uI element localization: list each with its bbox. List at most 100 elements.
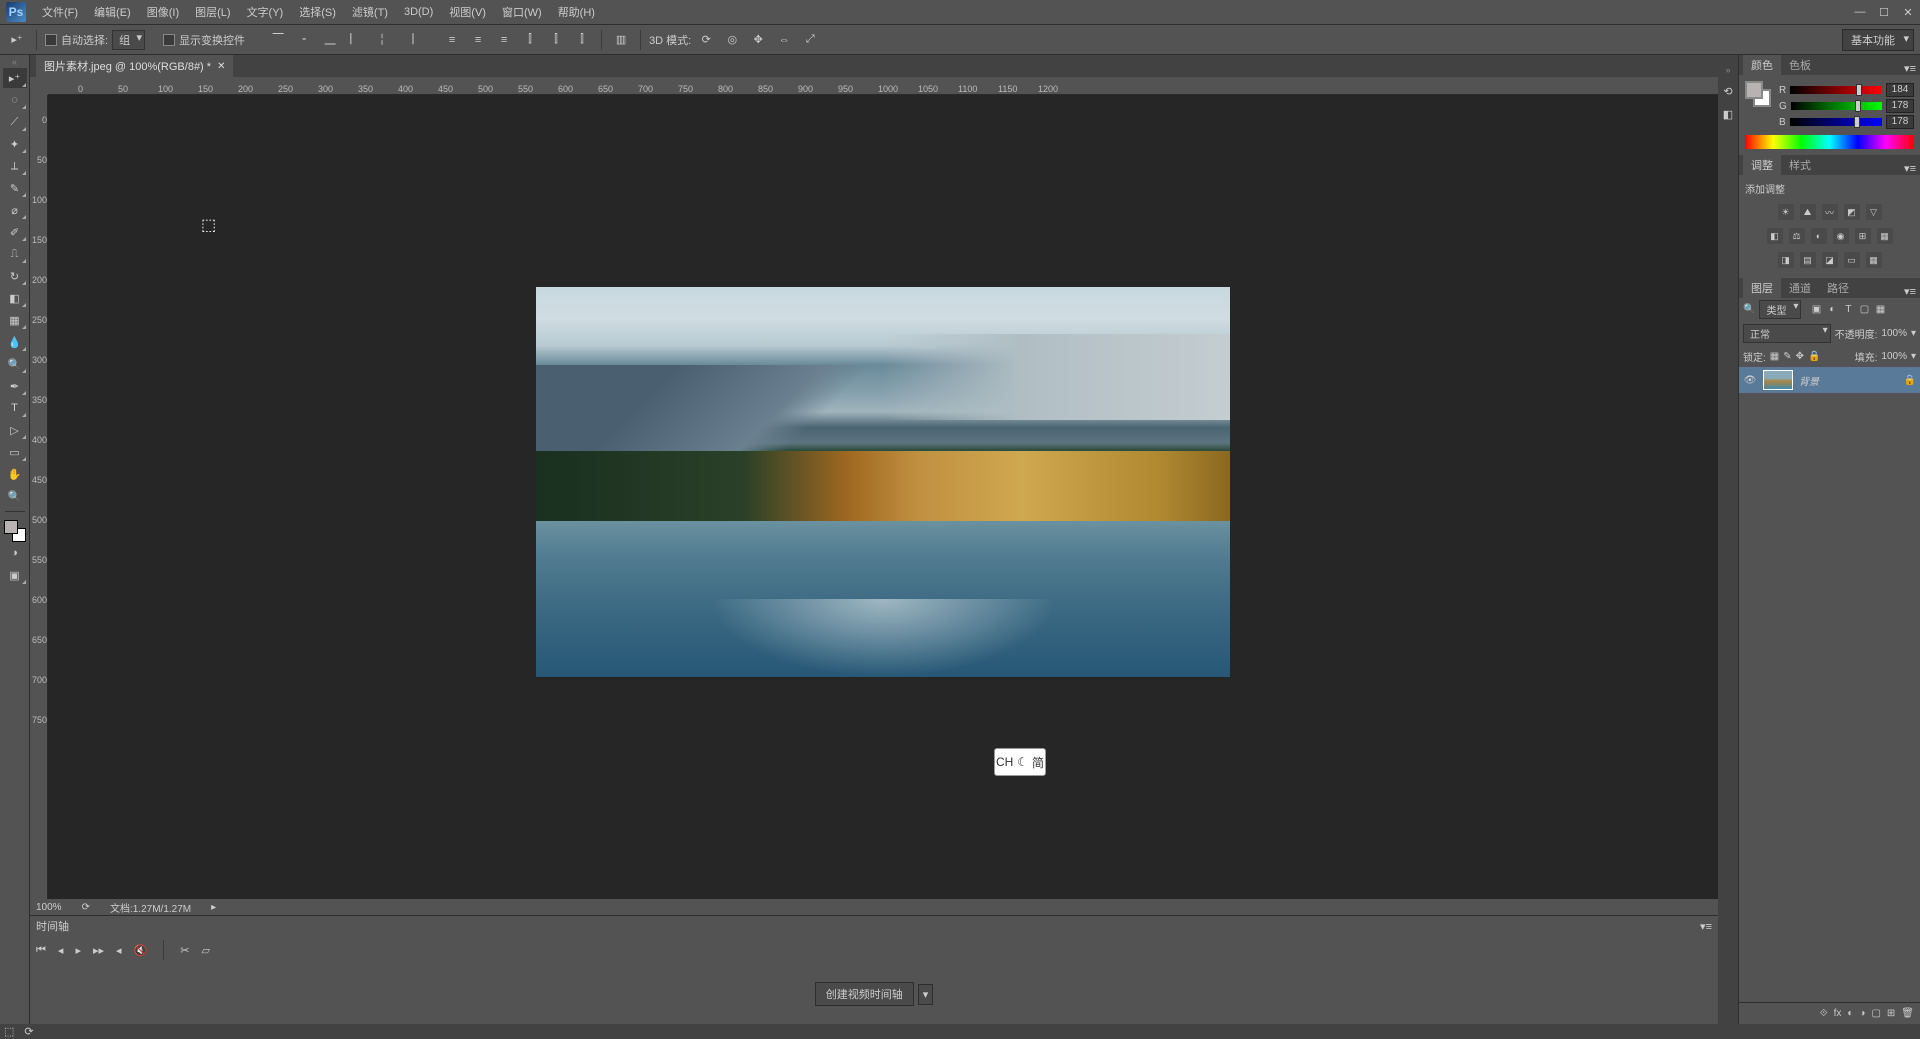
menu-type[interactable]: 文字(Y) [239,1,292,23]
pen-tool[interactable]: ✒ [3,376,27,396]
history-panel-icon[interactable]: ⟲ [1723,85,1732,98]
curves-icon[interactable]: 〰 [1822,204,1838,220]
vibrance-icon[interactable]: ▽ [1866,204,1882,220]
history-brush-tool[interactable]: ↻ [3,266,27,286]
threshold-icon[interactable]: ◪ [1822,252,1838,268]
status-icon[interactable]: ⬚ [4,1025,14,1038]
horizontal-ruler[interactable]: 0501001502002503003504004505005506006507… [48,77,1718,95]
prev-frame-icon[interactable]: ◂ [58,944,64,957]
vertical-ruler[interactable]: 0501001502002503003504004505005506006507… [30,95,48,899]
go-to-last-frame-icon[interactable]: ◂ [116,944,122,957]
marquee-tool[interactable]: ◌ [3,90,27,110]
r-value[interactable]: 184 [1886,83,1914,97]
menu-filter[interactable]: 滤镜(T) [344,1,396,23]
selective-color-icon[interactable]: ▦ [1866,252,1882,268]
clone-stamp-tool[interactable]: ⎍ [3,244,27,264]
color-picker[interactable] [4,520,26,542]
tab-channels[interactable]: 通道 [1781,278,1819,298]
go-to-first-frame-icon[interactable]: ⏮ [36,944,46,957]
link-layers-icon[interactable]: ⟐ [1820,1008,1828,1019]
lock-pixels-icon[interactable]: ✎ [1783,351,1791,362]
status-sync-icon[interactable]: ⟳ [24,1025,33,1038]
magic-wand-tool[interactable]: ✦ [3,134,27,154]
eraser-tool[interactable]: ◧ [3,288,27,308]
tab-styles[interactable]: 样式 [1781,155,1819,175]
workspace-switcher[interactable]: 基本功能 [1842,29,1914,51]
quick-mask-tool[interactable]: ◑ [3,543,27,563]
invert-icon[interactable]: ◨ [1778,252,1794,268]
3d-slide-icon[interactable]: ⇔ [773,29,795,51]
distribute-left-icon[interactable]: ⫿ [519,29,541,51]
filter-kind-icon[interactable]: 🔍 [1743,304,1755,315]
lock-all-icon[interactable]: 🔒 [1808,351,1820,362]
menu-layer[interactable]: 图层(L) [187,1,238,23]
brush-tool[interactable]: ✐ [3,222,27,242]
channel-mixer-icon[interactable]: ⊞ [1855,228,1871,244]
properties-panel-icon[interactable]: ◧ [1723,108,1733,121]
layer-background[interactable]: 👁 背景 🔒 [1739,367,1920,393]
tab-color[interactable]: 颜色 [1743,55,1781,75]
tab-adjustments[interactable]: 调整 [1743,155,1781,175]
panel-menu-icon[interactable]: ▾≡ [1700,920,1712,933]
panel-menu-icon[interactable]: ▾≡ [1904,285,1920,298]
opacity-value[interactable]: 100% [1881,328,1907,339]
play-icon[interactable]: ▸ [75,944,81,957]
fill-value[interactable]: 100% [1881,351,1907,362]
blur-tool[interactable]: 💧 [3,332,27,352]
tab-layers[interactable]: 图层 [1743,278,1781,298]
zoom-level[interactable]: 100% [36,902,62,913]
distribute-vcenter-icon[interactable]: ≡ [467,29,489,51]
menu-help[interactable]: 帮助(H) [550,1,603,23]
image-canvas[interactable] [536,287,1230,677]
layer-thumbnail[interactable] [1763,370,1793,390]
crop-tool[interactable]: ⟂ [3,156,27,176]
tab-swatches[interactable]: 色板 [1781,55,1819,75]
filter-pixel-icon[interactable]: ▣ [1809,303,1823,317]
type-tool[interactable]: T [3,398,27,418]
align-top-edges-icon[interactable]: ⎺ [267,29,289,51]
align-horizontal-centers-icon[interactable]: ╎ [371,29,393,51]
move-tool-preset-icon[interactable]: ▸⁺ [6,29,28,51]
distribute-bottom-icon[interactable]: ≡ [493,29,515,51]
eyedropper-tool[interactable]: ✎ [3,178,27,198]
filter-kind-dropdown[interactable]: 类型 [1759,300,1801,319]
layer-name[interactable]: 背景 [1799,373,1819,388]
toolbox-collapse-icon[interactable]: « [3,57,27,67]
hand-tool[interactable]: ✋ [3,464,27,484]
shape-tool[interactable]: ▭ [3,442,27,462]
create-timeline-dropdown[interactable]: ▾ [918,984,934,1005]
filter-smart-icon[interactable]: ▦ [1873,303,1887,317]
menu-edit[interactable]: 编辑(E) [86,1,139,23]
align-right-edges-icon[interactable]: ⎹ [397,29,419,51]
menu-image[interactable]: 图像(I) [139,1,187,23]
photo-filter-icon[interactable]: ◉ [1833,228,1849,244]
transition-icon[interactable]: ▱ [201,944,209,957]
filter-type-icon[interactable]: T [1841,303,1855,317]
menu-window[interactable]: 窗口(W) [494,1,550,23]
menu-view[interactable]: 视图(V) [441,1,494,23]
new-fill-adjustment-icon[interactable]: ◑ [1859,1008,1865,1019]
mute-icon[interactable]: 🔇 [134,944,148,957]
create-video-timeline-button[interactable]: 创建视频时间轴 [815,982,914,1006]
color-balance-icon[interactable]: ⚖ [1789,228,1805,244]
layer-style-icon[interactable]: fx [1834,1008,1842,1019]
distribute-top-icon[interactable]: ≡ [441,29,463,51]
auto-select-checkbox[interactable] [45,34,57,46]
lock-position-icon[interactable]: ✥ [1796,351,1804,362]
b-value[interactable]: 178 [1886,115,1914,129]
r-slider[interactable] [1790,86,1882,94]
next-frame-icon[interactable]: ▸▸ [93,944,104,957]
exposure-icon[interactable]: ◩ [1844,204,1860,220]
new-group-icon[interactable]: ▢ [1871,1008,1880,1019]
gradient-tool[interactable]: ▦ [3,310,27,330]
close-button[interactable]: ✕ [1896,2,1920,22]
move-tool[interactable]: ▸⁺ [3,68,27,88]
expand-panels-icon[interactable]: » [1725,65,1730,75]
brightness-contrast-icon[interactable]: ☀ [1778,204,1794,220]
distribute-right-icon[interactable]: ⫿ [571,29,593,51]
layer-mask-icon[interactable]: ◐ [1847,1008,1853,1019]
canvas-area[interactable]: ⬚ [48,95,1718,899]
3d-pan-icon[interactable]: ✥ [747,29,769,51]
ruler-origin[interactable] [30,77,48,95]
visibility-icon[interactable]: 👁 [1743,375,1757,386]
